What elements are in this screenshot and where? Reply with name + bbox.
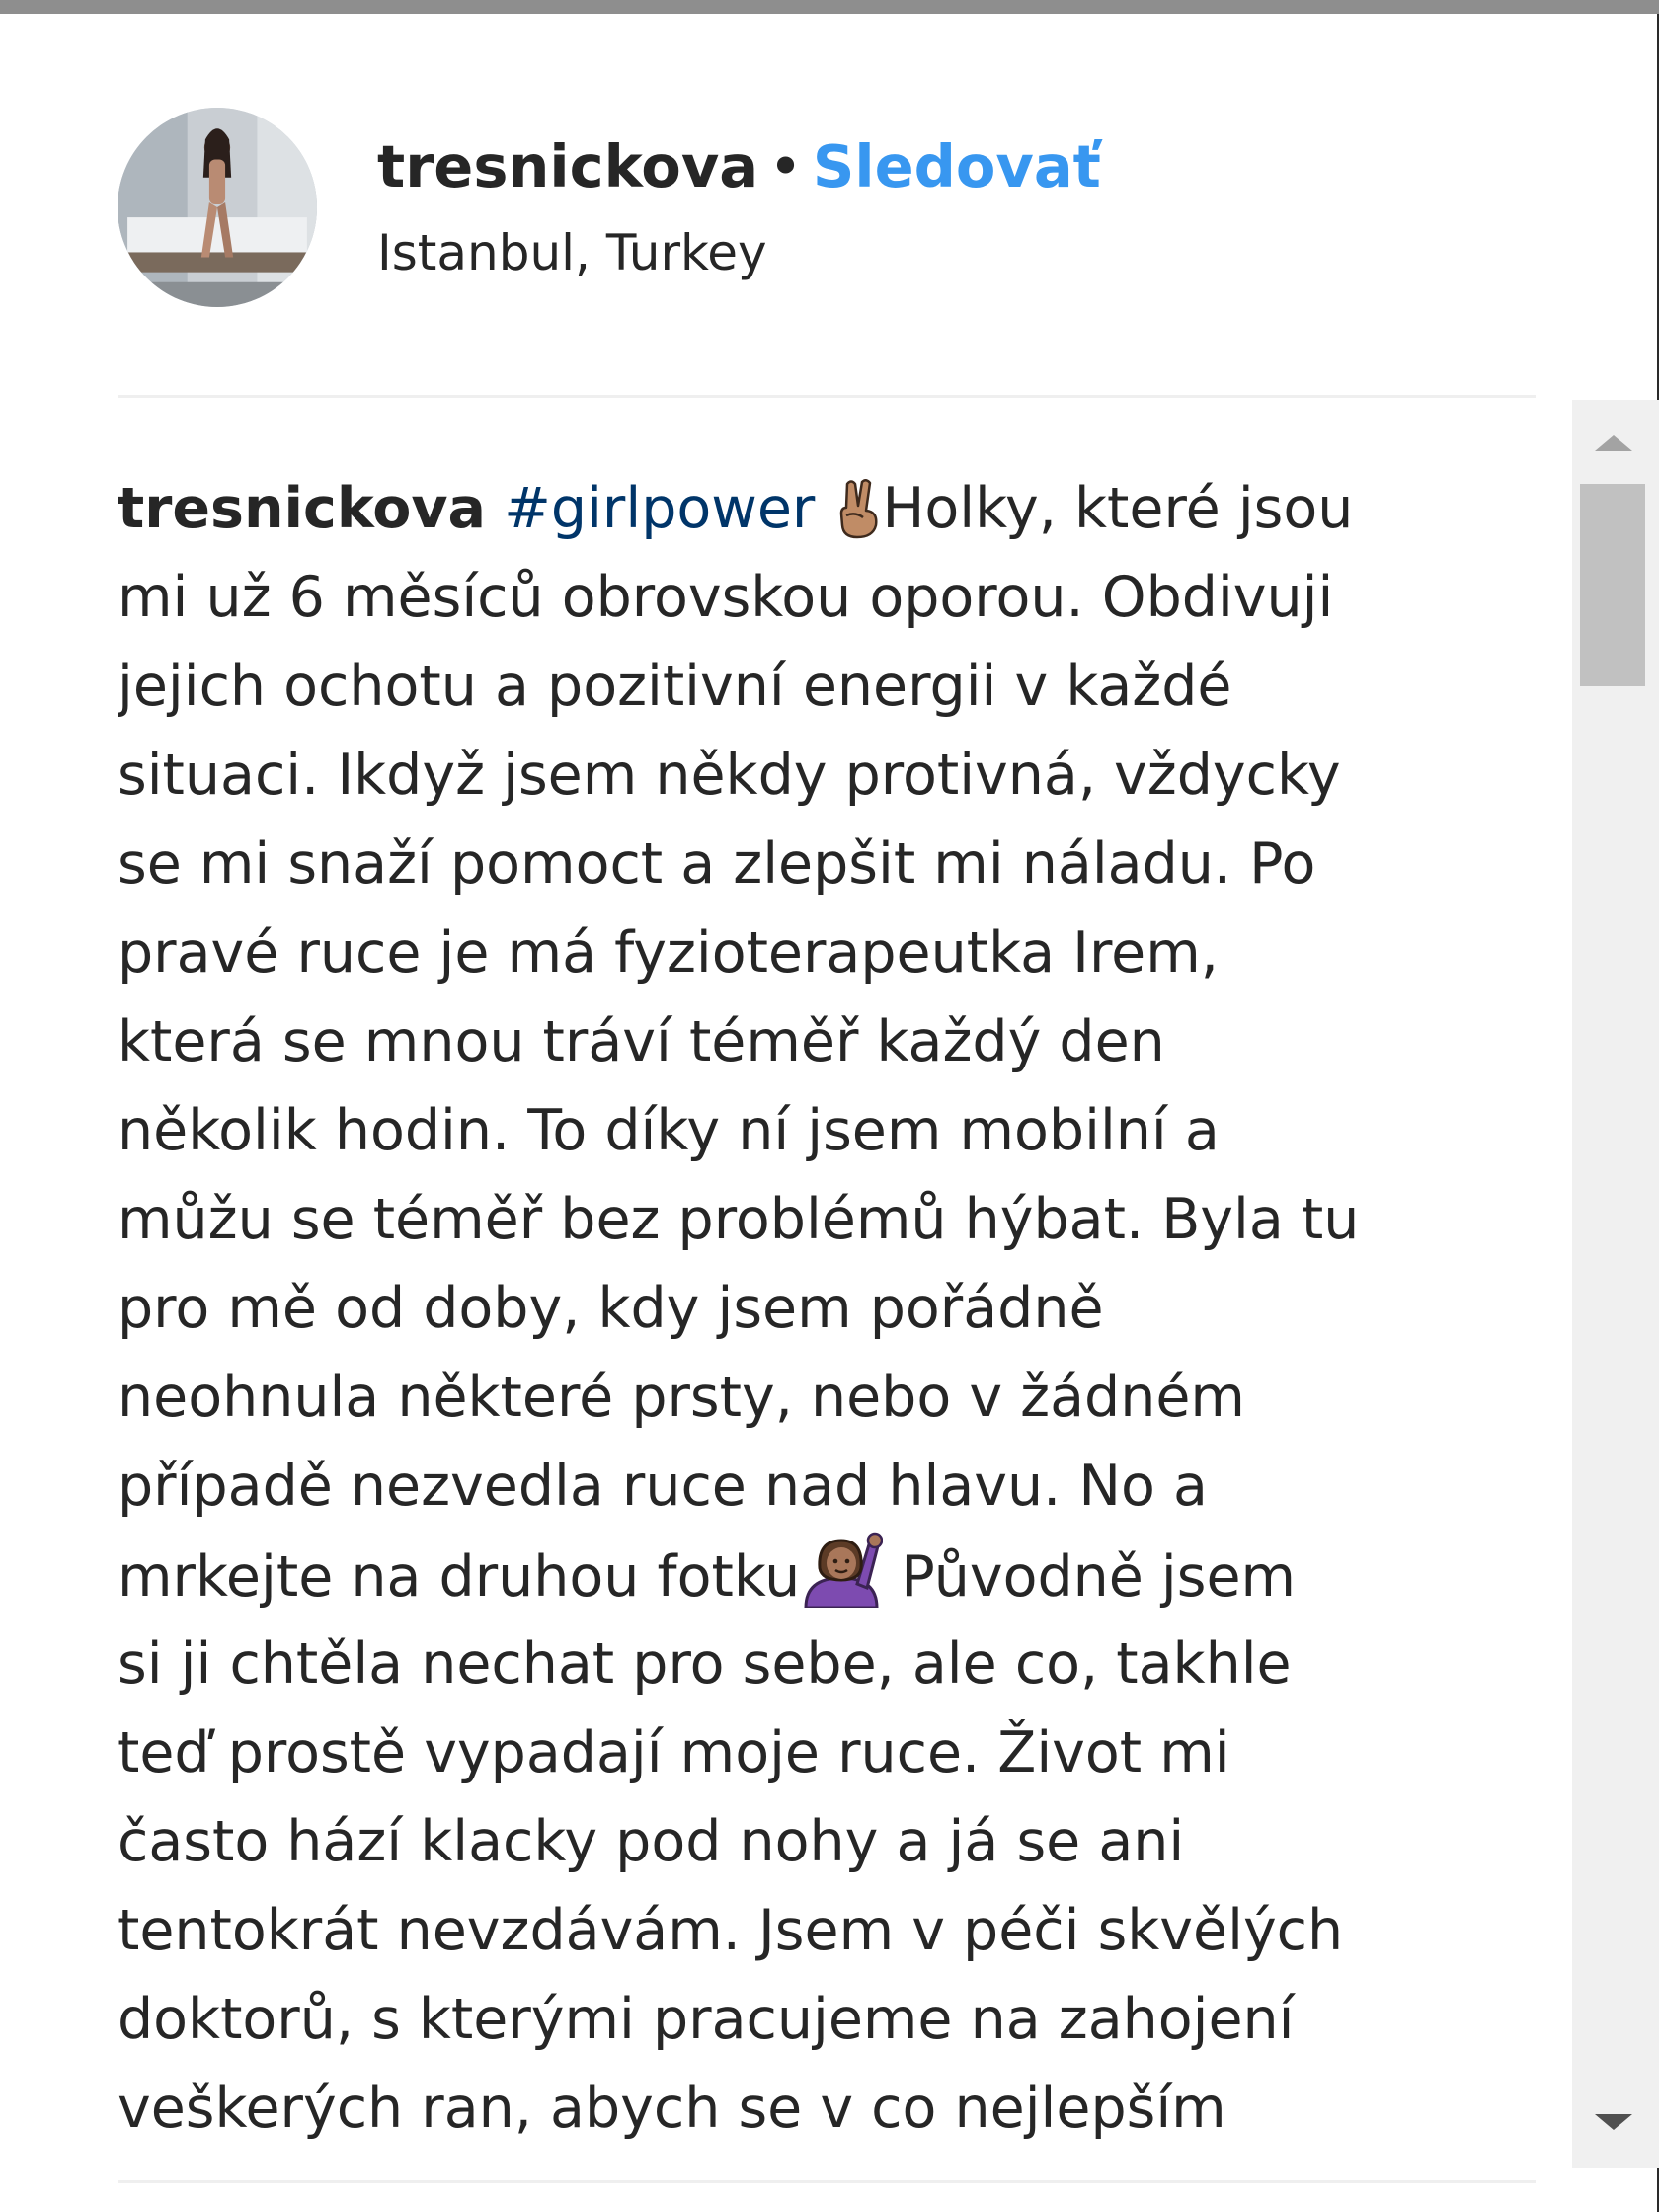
caption-line: veškerých ran, abych se v co nejlepším	[118, 2076, 1226, 2141]
caption-line: se mi snaží pomoct a zlepšit mi náladu. …	[118, 831, 1316, 897]
caption-line: několik hodin. To díky ní jsem mobilní a	[118, 1098, 1220, 1163]
caption-username[interactable]: tresnickova	[118, 476, 486, 541]
caption-line: neohnula některé prsty, nebo v žádném	[118, 1365, 1245, 1430]
caption-line: pro mě od doby, kdy jsem pořádně	[118, 1276, 1104, 1341]
caption-scrollbar[interactable]	[1572, 400, 1659, 2168]
caption-line: pravé ruce je má fyzioterapeutka Irem,	[118, 920, 1219, 986]
scroll-up-arrow-icon[interactable]	[1595, 435, 1632, 451]
caption-line: teď prostě vypadají moje ruce. Život mi	[118, 1720, 1230, 1785]
caption-line: mi už 6 měsíců obrovskou oporou. Obdivuj…	[118, 565, 1334, 630]
profile-avatar[interactable]	[118, 108, 317, 307]
caption-line: tresnickova #girlpower Holky, které jsou	[118, 464, 1579, 553]
footer-divider	[118, 2180, 1536, 2183]
person-raising-hand-emoji-icon	[800, 1531, 884, 1633]
caption-text: Holky, které jsou	[882, 476, 1354, 541]
caption-line: tentokrát nevzdávám. Jsem v péči skvělýc…	[118, 1898, 1344, 1963]
scrollbar-thumb[interactable]	[1580, 484, 1645, 686]
scroll-down-arrow-icon[interactable]	[1595, 2114, 1632, 2130]
caption-line: která se mnou tráví téměř každý den	[118, 1009, 1165, 1074]
caption-line: si ji chtěla nechat pro sebe, ale co, ta…	[118, 1631, 1292, 1697]
caption-line: doktorů, s kterými pracujeme na zahojení	[118, 1987, 1295, 2052]
caption-line: mrkejte na druhou fotku Původně jsem	[118, 1531, 1579, 1620]
caption-text: Původně jsem	[883, 1544, 1297, 1610]
victory-hand-emoji-icon	[833, 476, 883, 565]
follow-button[interactable]: Sledovať	[813, 132, 1101, 200]
caption-hashtag[interactable]: #girlpower	[504, 476, 815, 541]
caption-line: situaci. Ikdyž jsem někdy protivná, vždy…	[118, 743, 1341, 808]
header-divider	[118, 395, 1536, 398]
caption-line: případě nezvedla ruce nad hlavu. No a	[118, 1454, 1208, 1519]
caption-area[interactable]: tresnickova #girlpower Holky, které jsou…	[118, 464, 1579, 2170]
caption-text: mrkejte na druhou fotku	[118, 1544, 801, 1610]
caption-line: často hází klacky pod nohy a já se ani	[118, 1809, 1185, 1874]
caption-line: můžu se téměř bez problémů hýbat. Byla t…	[118, 1187, 1360, 1252]
window-top-border	[0, 0, 1659, 14]
post-header: tresnickova • Sledovať	[377, 132, 1101, 201]
header-separator: •	[768, 132, 803, 200]
caption-line: jejich ochotu a pozitivní energii v každ…	[118, 654, 1232, 719]
avatar-photo	[118, 108, 317, 307]
post-username[interactable]: tresnickova	[377, 132, 758, 200]
post-location[interactable]: Istanbul, Turkey	[377, 223, 767, 282]
